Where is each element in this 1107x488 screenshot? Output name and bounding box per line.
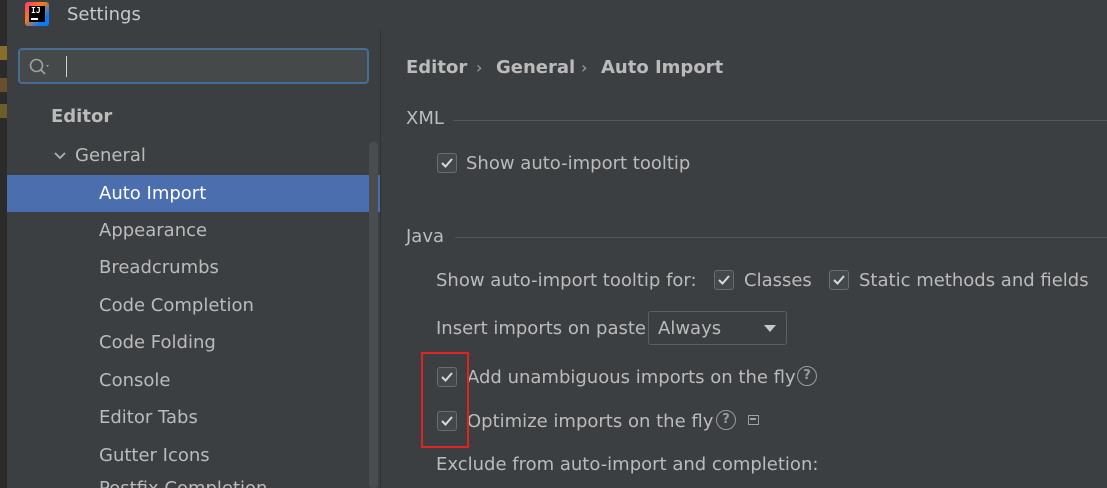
breadcrumb-auto-import: Auto Import	[601, 57, 724, 78]
tree-item-editor-tabs[interactable]: Editor Tabs	[99, 399, 198, 436]
breadcrumb-separator: ›	[581, 58, 588, 77]
scope-info-icon[interactable]	[748, 415, 759, 425]
intellij-logo-icon: IJ	[25, 2, 49, 26]
insert-on-paste-select[interactable]: Always	[648, 311, 787, 345]
tree-item-auto-import[interactable]: Auto Import	[7, 175, 380, 212]
breadcrumb-editor[interactable]: Editor	[406, 57, 467, 78]
checkmark-icon	[833, 275, 845, 285]
breadcrumb-separator: ›	[476, 58, 483, 77]
help-icon[interactable]: ?	[716, 410, 736, 430]
tree-item-gutter-icons[interactable]: Gutter Icons	[99, 437, 210, 474]
window-title: Settings	[67, 4, 141, 25]
tree-item-code-folding[interactable]: Code Folding	[99, 324, 216, 361]
insert-on-paste-label: Insert imports on paste:	[436, 318, 653, 339]
chevron-down-icon[interactable]	[53, 149, 67, 163]
settings-content: Editor › General › Auto Import XML Show …	[381, 30, 1107, 488]
tree-item-appearance[interactable]: Appearance	[99, 212, 207, 249]
section-title-xml: XML	[406, 108, 444, 129]
optimize-imports-label[interactable]: Optimize imports on the fly	[467, 411, 713, 432]
section-title-java: Java	[406, 226, 445, 247]
classes-label[interactable]: Classes	[744, 270, 812, 291]
static-methods-checkbox[interactable]	[829, 270, 849, 290]
settings-search-input[interactable]	[18, 48, 369, 84]
background-editor-edge	[0, 0, 7, 488]
sidebar-scrollbar[interactable]	[369, 142, 378, 488]
classes-checkbox[interactable]	[714, 270, 734, 290]
help-icon[interactable]: ?	[797, 366, 817, 386]
edge-marker	[0, 104, 7, 118]
tree-item-label: Auto Import	[99, 183, 207, 204]
edge-marker	[0, 46, 7, 60]
insert-on-paste-value: Always	[658, 318, 722, 339]
checkmark-icon	[718, 275, 730, 285]
static-methods-label[interactable]: Static methods and fields	[859, 270, 1089, 291]
settings-sidebar: Editor General Auto Import Appearance Br…	[7, 30, 380, 488]
xml-show-tooltip-label[interactable]: Show auto-import tooltip	[466, 153, 690, 174]
title-bar: IJ Settings	[7, 0, 1107, 30]
checkmark-icon	[441, 158, 453, 168]
text-caret	[66, 56, 67, 77]
tree-item-code-completion[interactable]: Code Completion	[99, 287, 254, 324]
tree-item-postfix-completion[interactable]: Postfix Completion	[99, 474, 267, 488]
tree-item-console[interactable]: Console	[99, 362, 170, 399]
dropdown-arrow-icon	[764, 325, 776, 332]
tree-item-editor[interactable]: Editor	[51, 98, 112, 135]
breadcrumb-general[interactable]: General	[496, 57, 575, 78]
tooltip-for-label: Show auto-import tooltip for:	[436, 270, 697, 291]
search-icon	[29, 58, 49, 75]
edge-marker	[0, 78, 7, 92]
section-separator	[453, 120, 1107, 121]
xml-show-tooltip-checkbox[interactable]	[437, 153, 457, 173]
add-unambiguous-label[interactable]: Add unambiguous imports on the fly	[467, 367, 796, 388]
exclude-label: Exclude from auto-import and completion:	[436, 454, 819, 475]
annotation-highlight-box	[421, 352, 469, 448]
section-separator	[455, 237, 1107, 238]
tree-item-breadcrumbs[interactable]: Breadcrumbs	[99, 249, 219, 286]
tree-item-general[interactable]: General	[75, 137, 146, 174]
